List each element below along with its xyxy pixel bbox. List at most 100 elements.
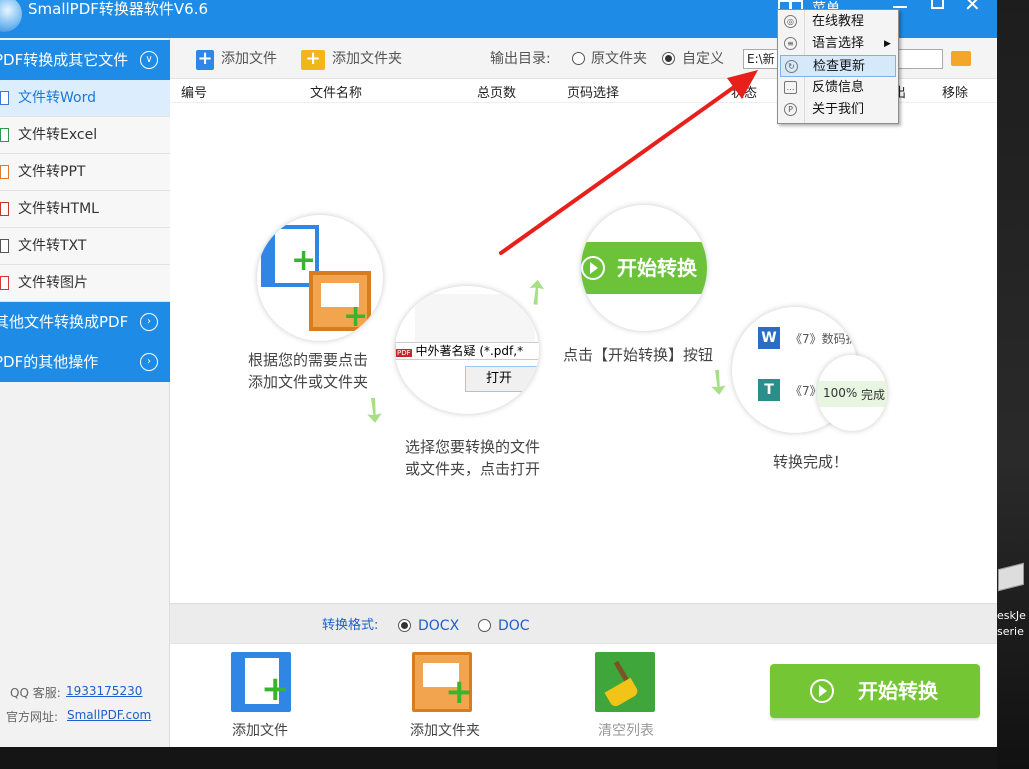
step2-illustration: PDF 中外著名疑 (*.pdf,* 打开 bbox=[395, 286, 539, 414]
app-logo-icon bbox=[0, 0, 22, 32]
menu-item-label: 在线教程 bbox=[812, 14, 865, 29]
chevron-right-icon[interactable]: › bbox=[140, 313, 158, 331]
step1-illustration: + + bbox=[257, 215, 383, 341]
play-icon bbox=[581, 256, 605, 280]
menu-item-feedback[interactable]: … 反馈信息 bbox=[780, 77, 896, 99]
sidebar-item-label: 文件转图片 bbox=[18, 275, 88, 291]
bottom-add-file-label[interactable]: 添加文件 bbox=[232, 720, 288, 740]
list-icon: ≡ bbox=[784, 37, 797, 50]
start-convert-button[interactable]: 开始转换 bbox=[770, 664, 980, 718]
desktop-shortcut-label[interactable]: eskJe bbox=[997, 609, 1029, 622]
add-file-button[interactable]: + 添加文件 bbox=[196, 38, 296, 79]
step3-text: 点击【开始转换】按钮 bbox=[563, 346, 714, 364]
html-file-icon bbox=[0, 202, 9, 216]
sidebar-item-label: 文件转PPT bbox=[18, 164, 86, 180]
menu-item-label: 关于我们 bbox=[812, 102, 865, 117]
word-icon: W bbox=[758, 327, 780, 349]
menu-item-online-tutorial[interactable]: ◎ 在线教程 bbox=[780, 11, 896, 33]
menu-item-about[interactable]: P 关于我们 bbox=[780, 99, 896, 121]
step1-text-line1: 根据您的需要点击 bbox=[248, 351, 369, 369]
result-progress: 100% bbox=[823, 386, 858, 400]
sidebar-section-other-to-pdf[interactable]: 其他文件转换成PDF › bbox=[0, 302, 170, 342]
column-remove: 移除 bbox=[942, 86, 969, 101]
progress-illustration: 100% 完成 bbox=[817, 355, 887, 431]
menu-item-label: 反馈信息 bbox=[812, 80, 865, 95]
submenu-arrow-icon: ▶ bbox=[884, 39, 891, 49]
docx-label[interactable]: DOCX bbox=[418, 604, 459, 648]
menu-item-label: 检查更新 bbox=[813, 59, 866, 74]
screen: eskJe serie SmallPDF转换器软件V6.6 菜单 ✕ PDF转换… bbox=[0, 0, 1029, 769]
menu-item-language[interactable]: ≡ 语言选择 ▶ bbox=[780, 33, 896, 55]
sidebar-item-html[interactable]: 文件转HTML bbox=[0, 191, 170, 228]
menu-item-label: 语言选择 bbox=[812, 36, 865, 51]
mini-start-label: 开始转换 bbox=[617, 256, 697, 280]
sidebar-item-label: 文件转HTML bbox=[18, 201, 99, 217]
dialog-open-button: 打开 bbox=[465, 366, 539, 392]
column-status: 状态 bbox=[731, 86, 758, 101]
bottom-clear-list-label[interactable]: 清空列表 bbox=[598, 720, 654, 740]
add-folder-button[interactable]: + 添加文件夹 bbox=[301, 38, 421, 79]
add-file-large-icon[interactable]: + bbox=[231, 652, 291, 712]
minimize-icon[interactable] bbox=[893, 6, 907, 8]
website-link[interactable]: SmallPDF.com bbox=[67, 708, 151, 722]
add-file-icon: + bbox=[196, 48, 214, 70]
original-folder-radio[interactable] bbox=[572, 52, 585, 65]
sidebar-item-txt[interactable]: 文件转TXT bbox=[0, 228, 170, 265]
maximize-icon[interactable] bbox=[931, 0, 944, 9]
add-folder-icon: + bbox=[301, 50, 325, 70]
chevron-down-icon[interactable]: ∨ bbox=[140, 51, 158, 69]
sidebar-item-label: 文件转Excel bbox=[18, 127, 98, 143]
menu-item-check-update[interactable]: ↻ 检查更新 bbox=[780, 55, 896, 77]
sidebar-section-label: 其他文件转换成PDF bbox=[0, 313, 129, 331]
browse-folder-icon[interactable] bbox=[951, 51, 971, 66]
sidebar-item-label: 文件转TXT bbox=[18, 238, 87, 254]
step-arrow-icon: ➘ bbox=[350, 385, 399, 435]
sidebar-item-excel[interactable]: 文件转Excel bbox=[0, 117, 170, 154]
close-icon[interactable]: ✕ bbox=[964, 0, 981, 14]
txt-file-icon bbox=[0, 239, 9, 253]
dialog-file-filter: (*.pdf,* bbox=[479, 344, 524, 358]
sidebar-section-pdf-other-ops[interactable]: PDF的其他操作 › bbox=[0, 342, 170, 382]
website-label: 官方网址: bbox=[6, 710, 59, 724]
chat-icon: … bbox=[784, 81, 797, 94]
custom-folder-label[interactable]: 自定义 bbox=[682, 38, 724, 81]
doc-label[interactable]: DOC bbox=[498, 604, 530, 648]
desktop-shortcut-label-2[interactable]: serie bbox=[997, 625, 1029, 638]
qq-link[interactable]: 1933175230 bbox=[66, 684, 142, 698]
globe-icon: ◎ bbox=[784, 15, 797, 28]
mini-start-button: 开始转换 bbox=[581, 242, 707, 294]
output-directory-label: 输出目录: bbox=[490, 51, 551, 67]
add-folder-large-icon[interactable]: + bbox=[412, 652, 474, 712]
ppt-file-icon bbox=[0, 165, 9, 179]
sidebar-section-pdf-to-other[interactable]: PDF转换成其它文件 ∨ bbox=[0, 40, 170, 80]
result-done: 完成 bbox=[861, 388, 886, 402]
info-icon: P bbox=[784, 103, 797, 116]
bottom-bar: + 添加文件 + 添加文件夹 清空列表 开始转换 bbox=[170, 643, 997, 747]
original-folder-label[interactable]: 原文件夹 bbox=[591, 38, 647, 81]
pdf-tag: PDF bbox=[396, 349, 412, 357]
bottom-add-folder-label[interactable]: 添加文件夹 bbox=[410, 720, 480, 740]
chevron-right-icon[interactable]: › bbox=[140, 353, 158, 371]
play-icon bbox=[810, 679, 834, 703]
doc-radio[interactable] bbox=[478, 619, 491, 632]
broom-icon[interactable] bbox=[595, 652, 655, 712]
step2-text-line2: 或文件夹，点击打开 bbox=[405, 460, 541, 478]
sidebar-section-label: PDF的其他操作 bbox=[0, 353, 99, 371]
dialog-file-name: 中外著名疑 bbox=[415, 344, 476, 358]
sidebar-item-ppt[interactable]: 文件转PPT bbox=[0, 154, 170, 191]
sidebar: PDF转换成其它文件 ∨ 文件转Word 文件转Excel 文件转PPT 文件转… bbox=[0, 38, 170, 747]
txt-icon: T bbox=[758, 379, 780, 401]
result-word-name: 《7》数码拆 bbox=[790, 332, 858, 346]
column-total-pages: 总页数 bbox=[477, 86, 517, 101]
app-window: SmallPDF转换器软件V6.6 菜单 ✕ PDF转换成其它文件 ∨ 文件转W… bbox=[0, 0, 997, 747]
image-file-icon bbox=[0, 276, 9, 290]
step4-text: 转换完成！ bbox=[773, 453, 849, 471]
sidebar-item-image[interactable]: 文件转图片 bbox=[0, 265, 170, 302]
custom-folder-radio[interactable] bbox=[662, 52, 675, 65]
start-convert-label: 开始转换 bbox=[858, 679, 938, 703]
desktop-background bbox=[997, 0, 1029, 769]
step1-text-line2: 添加文件或文件夹 bbox=[248, 373, 369, 391]
sidebar-item-word[interactable]: 文件转Word bbox=[0, 80, 170, 117]
docx-radio[interactable] bbox=[398, 619, 411, 632]
refresh-icon: ↻ bbox=[785, 60, 798, 73]
